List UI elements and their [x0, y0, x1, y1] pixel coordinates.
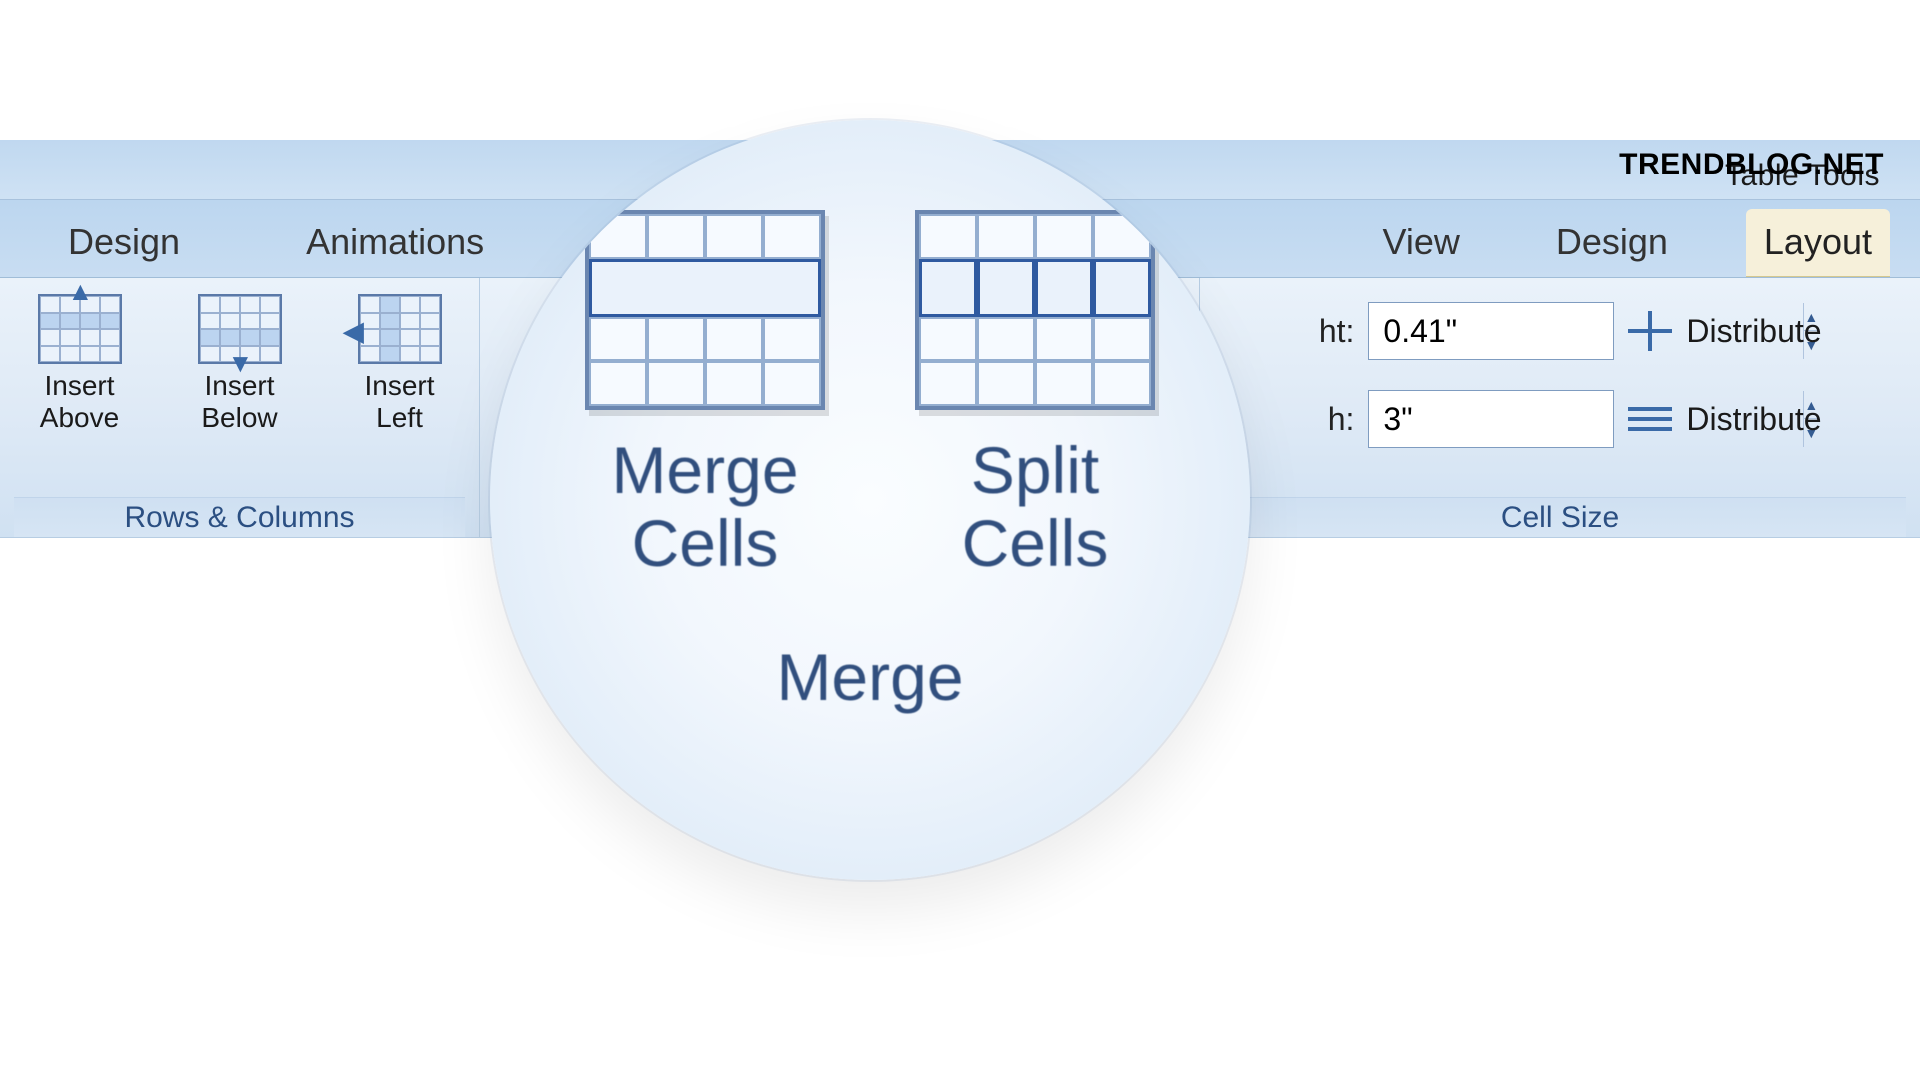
- insert-below-icon: ▼: [198, 294, 282, 364]
- group-rows-columns-body: ▲ Insert Above ▼ Insert Below: [10, 288, 470, 497]
- arrow-left-icon: ◀: [344, 316, 364, 347]
- distribute-columns-icon: [1628, 399, 1672, 439]
- split-cells-label: Split Cells: [962, 434, 1109, 579]
- insert-above-icon: ▲: [38, 294, 122, 364]
- arrow-down-icon: ▼: [228, 348, 254, 379]
- cell-size-fields: ht: ▲ ▼ Distribute: [1298, 288, 1821, 448]
- insert-below-label: Insert Below: [201, 370, 277, 434]
- insert-left-label: Insert Left: [364, 370, 434, 434]
- tab-layout[interactable]: Layout: [1746, 209, 1890, 277]
- split-cells-button[interactable]: Split Cells: [915, 210, 1155, 579]
- insert-above-button[interactable]: ▲ Insert Above: [10, 288, 150, 434]
- merge-cells-button[interactable]: Merge Cells: [585, 210, 825, 579]
- tab-right-cluster: View Design Layout: [1364, 209, 1920, 277]
- tab-table-design[interactable]: Design: [1538, 209, 1686, 277]
- tab-view[interactable]: View: [1364, 209, 1477, 277]
- merge-group-title: Merge: [776, 639, 963, 715]
- distribute-rows-label: Distribute: [1686, 313, 1821, 350]
- insert-left-button[interactable]: ◀ Insert Left: [330, 288, 470, 434]
- insert-above-label: Insert Above: [40, 370, 119, 434]
- group-cell-size-title: Cell Size: [1214, 497, 1906, 537]
- group-rows-columns: ▲ Insert Above ▼ Insert Below: [0, 278, 480, 537]
- group-cell-size: ht: ▲ ▼ Distribute: [1200, 278, 1920, 537]
- group-cell-size-body: ht: ▲ ▼ Distribute: [1298, 288, 1821, 497]
- tab-design[interactable]: Design: [50, 209, 198, 277]
- lens-buttons-row: Merge Cells Split Cells: [585, 210, 1155, 579]
- distribute-columns-label: Distribute: [1686, 401, 1821, 438]
- table-grid-icon: [358, 294, 442, 364]
- merge-cells-icon: [585, 210, 825, 410]
- split-cells-icon: [915, 210, 1155, 410]
- arrow-up-icon: ▲: [68, 276, 94, 307]
- distribute-columns-button[interactable]: Distribute: [1628, 399, 1821, 439]
- width-field[interactable]: ▲ ▼: [1368, 390, 1614, 448]
- height-label: ht:: [1298, 313, 1354, 350]
- distribute-rows-icon: [1628, 311, 1672, 351]
- distribute-rows-button[interactable]: Distribute: [1628, 311, 1821, 351]
- height-field[interactable]: ▲ ▼: [1368, 302, 1614, 360]
- insert-below-button[interactable]: ▼ Insert Below: [170, 288, 310, 434]
- watermark-text: TRENDBLOG.NET: [1619, 148, 1884, 182]
- magnifier-lens: Merge Cells Split Cells Merge: [490, 120, 1250, 880]
- width-row: h: ▲ ▼ Distribute: [1298, 390, 1821, 448]
- tab-animations[interactable]: Animations: [288, 209, 502, 277]
- merge-cells-label: Merge Cells: [611, 434, 798, 579]
- insert-left-icon: ◀: [358, 294, 442, 364]
- group-rows-columns-title: Rows & Columns: [14, 497, 465, 537]
- height-row: ht: ▲ ▼ Distribute: [1298, 302, 1821, 360]
- width-label: h:: [1298, 401, 1354, 438]
